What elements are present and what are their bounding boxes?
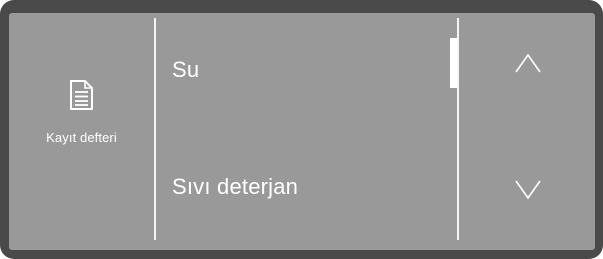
menu-item-su[interactable]: Su: [172, 57, 199, 83]
display-bezel: Kayıt defteri Su Sıvı deterjan: [0, 0, 603, 259]
display-screen: Kayıt defteri Su Sıvı deterjan: [9, 13, 595, 250]
logbook-label: Kayıt defteri: [46, 130, 117, 145]
chevron-up-icon: [515, 53, 541, 73]
left-divider: [154, 18, 156, 240]
menu-item-sivi-deterjan[interactable]: Sıvı deterjan: [172, 174, 298, 200]
scroll-down-button[interactable]: [459, 151, 595, 241]
scroll-up-button[interactable]: [459, 33, 595, 123]
scrollbar[interactable]: [450, 38, 457, 228]
document-icon: [69, 80, 94, 115]
chevron-down-icon: [515, 180, 541, 200]
logbook-button[interactable]: Kayıt defteri: [9, 13, 154, 250]
scrollbar-thumb[interactable]: [450, 38, 457, 88]
